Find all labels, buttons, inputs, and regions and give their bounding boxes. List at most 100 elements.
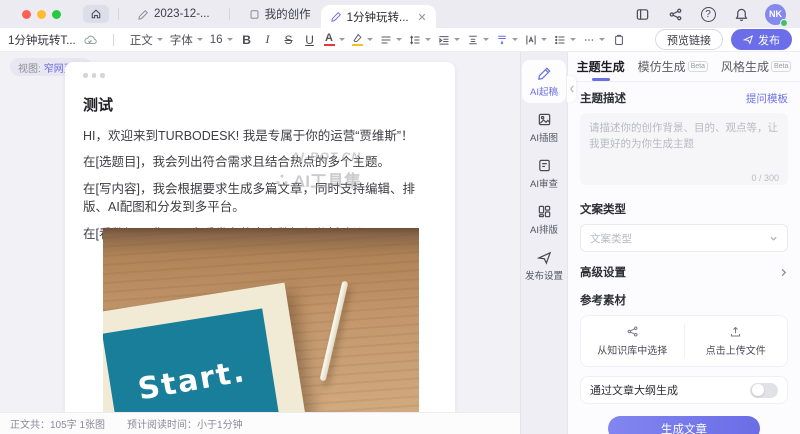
document-inline-image[interactable]: Start. <box>103 228 419 412</box>
tab-current-doc[interactable]: 1分钟玩转... <box>321 5 436 28</box>
formatting-toolbar: 1分钟玩转T... 正文 字体 16 B I S U A <box>0 28 800 52</box>
share-nodes-icon[interactable] <box>666 5 684 23</box>
beta-badge: Beta <box>771 61 791 72</box>
generation-tabs: 主题生成 模仿生成Beta 风格生成Beta <box>568 52 800 82</box>
question-template-link[interactable]: 提问模板 <box>746 91 788 106</box>
document-check-icon <box>537 158 552 173</box>
generation-panel: 主题生成 模仿生成Beta 风格生成Beta 主题描述 提问模板 0 / 300… <box>568 52 800 434</box>
upload-file-button[interactable]: 点击上传文件 <box>685 316 788 366</box>
advanced-settings-row[interactable]: 高级设置 <box>580 264 788 280</box>
paragraph-spacing-after-dropdown[interactable] <box>496 34 518 46</box>
read-time: 预计阅读时间：小于1分钟 <box>127 416 243 431</box>
publish-button[interactable]: 发布 <box>731 29 792 50</box>
document-paragraph[interactable]: HI，欢迎来到TURBODESK! 我是专属于你的运营“贾维斯”！ <box>83 127 437 145</box>
paragraph-style-dropdown[interactable]: 正文 <box>130 32 163 48</box>
outline-toggle-label: 通过文章大纲生成 <box>590 382 678 398</box>
strikethrough-button[interactable]: S <box>282 31 296 49</box>
reference-material-card: 从知识库中选择 点击上传文件 <box>580 315 788 367</box>
topbar-divider <box>118 8 119 20</box>
generate-article-button[interactable]: 生成文章 <box>608 416 760 434</box>
preview-link-button[interactable]: 预览链接 <box>655 29 723 50</box>
avatar-initials: NK <box>769 9 782 19</box>
chevron-down-icon <box>197 38 203 41</box>
spacing-before-icon <box>467 34 479 46</box>
page-dots <box>83 73 437 78</box>
rail-item-ai-draft[interactable]: AI起稿 <box>522 60 566 103</box>
document-icon <box>249 9 260 20</box>
panel-collapse-handle[interactable] <box>567 76 576 102</box>
tab-style-generation[interactable]: 风格生成Beta <box>721 52 791 82</box>
bold-button[interactable]: B <box>240 31 254 49</box>
list-style-dropdown[interactable] <box>554 34 576 46</box>
close-tab-icon[interactable] <box>418 13 426 21</box>
letter-spacing-icon <box>525 34 537 46</box>
tab-recent-doc[interactable]: 2023-12-... <box>128 0 220 28</box>
paper-plane-icon <box>537 250 552 265</box>
layout-icon <box>537 204 552 219</box>
document-paragraph[interactable]: 在[选题目]，我会列出符合需求且结合热点的多个主题。 <box>83 153 437 171</box>
highlight-color-swatch <box>352 44 363 47</box>
beta-badge: Beta <box>688 61 708 72</box>
line-height-dropdown[interactable] <box>409 34 431 46</box>
pencil-icon <box>331 11 342 22</box>
indent-dropdown[interactable] <box>438 34 460 46</box>
notifications-bell-icon[interactable] <box>732 5 750 23</box>
rail-item-ai-illustration[interactable]: AI插图 <box>522 106 566 149</box>
chevron-down-icon <box>339 38 345 41</box>
chevron-down-icon <box>599 38 605 41</box>
chevron-down-icon <box>454 38 460 41</box>
format-painter-button[interactable] <box>612 31 626 49</box>
ellipsis-icon <box>583 34 595 46</box>
font-color-dropdown[interactable]: A <box>324 33 345 47</box>
sidebar-toggle-icon[interactable] <box>633 5 651 23</box>
document-page[interactable]: 测试 HI，欢迎来到TURBODESK! 我是专属于你的运营“贾维斯”！ 在[选… <box>65 62 455 412</box>
rail-item-publish-settings[interactable]: 发布设置 <box>522 244 566 287</box>
toggle-knob <box>752 384 764 396</box>
tab-imitation-generation[interactable]: 模仿生成Beta <box>638 52 708 82</box>
font-family-dropdown[interactable]: 字体 <box>170 32 203 48</box>
document-heading[interactable]: 测试 <box>83 94 437 115</box>
home-button[interactable] <box>83 5 109 23</box>
select-from-knowledge-base-button[interactable]: 从知识库中选择 <box>581 316 684 366</box>
rail-item-ai-layout[interactable]: AI排版 <box>522 198 566 241</box>
zoom-window-button[interactable] <box>52 10 61 19</box>
tab-my-creations[interactable]: 我的创作 <box>239 0 321 28</box>
rail-item-ai-review[interactable]: AI审查 <box>522 152 566 195</box>
tab-topic-generation[interactable]: 主题生成 <box>577 52 625 82</box>
underline-button[interactable]: U <box>303 31 317 49</box>
chevron-down-icon <box>227 38 233 41</box>
toolbar-divider <box>113 34 114 46</box>
pencil-icon <box>138 9 149 20</box>
indent-icon <box>438 34 450 46</box>
copy-type-select[interactable]: 文案类型 <box>580 224 788 252</box>
tab-label: 1分钟玩转... <box>347 9 409 25</box>
paragraph-spacing-before-dropdown[interactable] <box>467 34 489 46</box>
outline-generation-row: 通过文章大纲生成 <box>580 376 788 404</box>
italic-button[interactable]: I <box>261 31 275 49</box>
word-count: 正文共：105字 1张图 <box>10 416 105 431</box>
font-size-dropdown[interactable]: 16 <box>210 34 233 46</box>
reference-material-label: 参考素材 <box>580 292 788 308</box>
highlighter-icon <box>352 33 363 43</box>
outline-generate-toggle[interactable] <box>750 383 778 398</box>
app-window: 2023-12-... 我的创作 1分钟玩转... <box>0 0 800 434</box>
user-avatar[interactable]: NK <box>765 4 786 25</box>
chevron-down-icon <box>425 38 431 41</box>
close-window-button[interactable] <box>22 10 31 19</box>
document-paragraph[interactable]: 在[写内容]，我会根据要求生成多篇文章，同时支持编辑、排版、AI配图和分发到多平… <box>83 180 437 216</box>
letter-spacing-dropdown[interactable] <box>525 34 547 46</box>
chevron-down-icon <box>157 38 163 41</box>
chevron-down-icon <box>570 38 576 41</box>
align-dropdown[interactable] <box>380 34 402 46</box>
line-height-icon <box>409 34 421 46</box>
minimize-window-button[interactable] <box>37 10 46 19</box>
status-bar: 正文共：105字 1张图 预计阅读时间：小于1分钟 <box>0 412 520 434</box>
highlight-color-dropdown[interactable] <box>352 33 373 47</box>
more-tools-dropdown[interactable] <box>583 34 605 46</box>
home-icon <box>90 8 102 20</box>
photo-card: Start. <box>103 283 311 412</box>
online-status-badge <box>780 19 788 27</box>
help-icon[interactable]: ? <box>699 5 717 23</box>
topic-description-label: 主题描述 <box>580 90 626 106</box>
char-counter: 0 / 300 <box>751 173 779 183</box>
